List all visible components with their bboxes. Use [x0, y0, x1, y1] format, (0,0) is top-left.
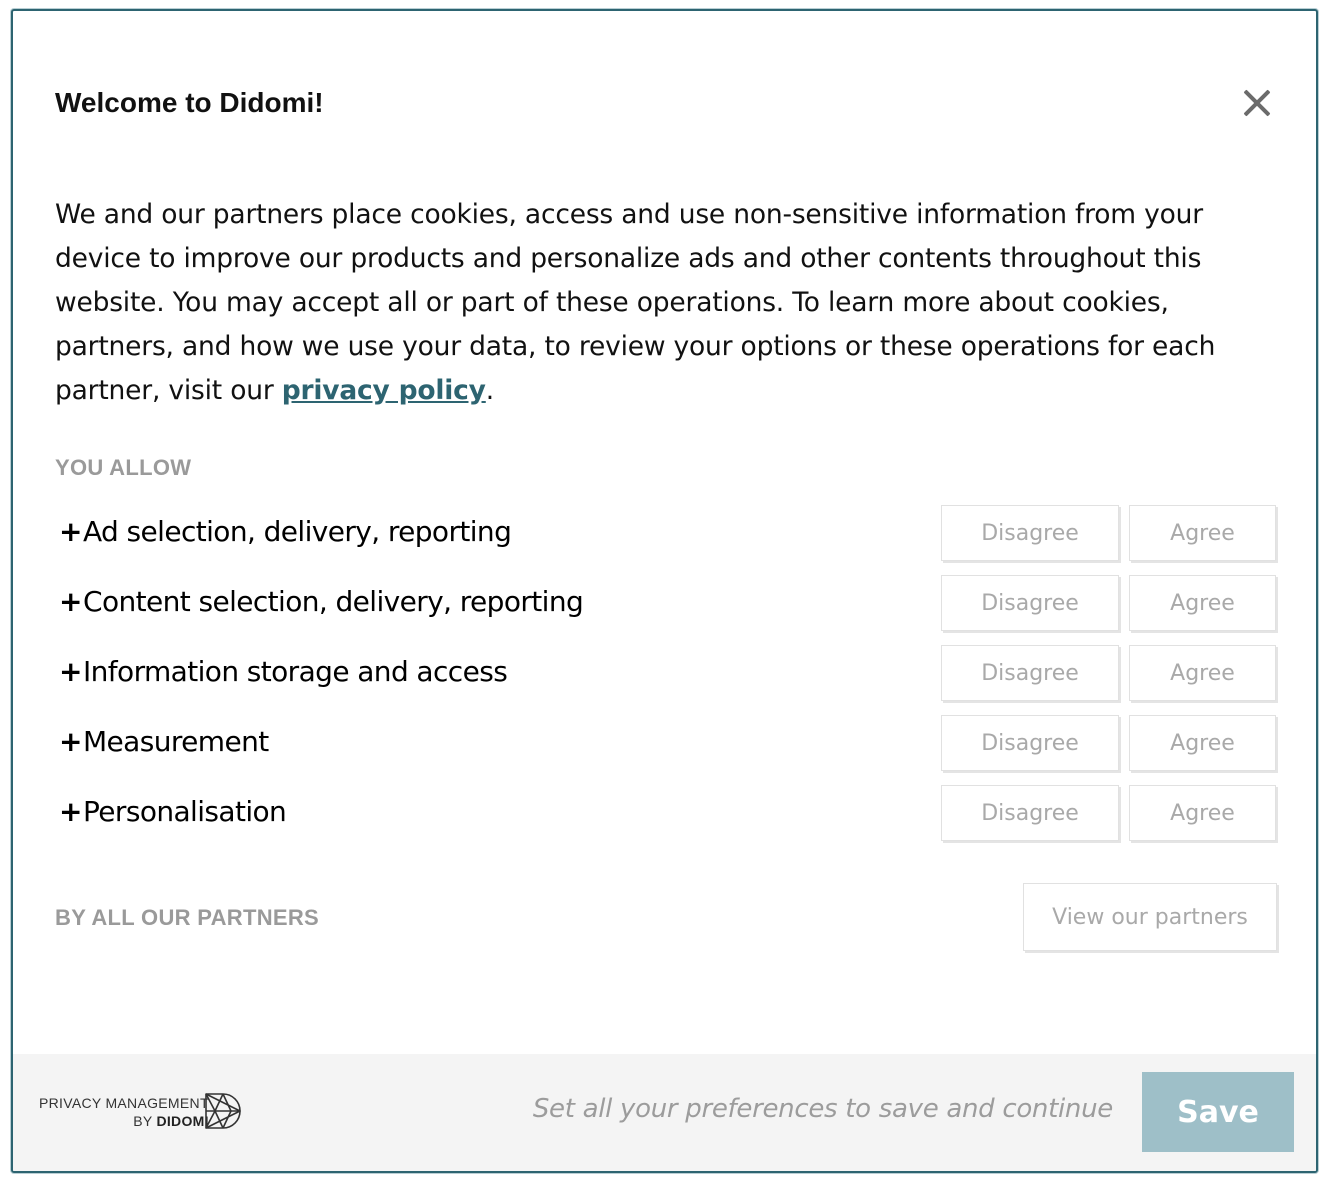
- purpose-label: Information storage and access: [83, 655, 508, 688]
- dialog-title: Welcome to Didomi!: [55, 87, 324, 118]
- privacy-policy-link[interactable]: privacy policy: [282, 375, 486, 406]
- agree-button[interactable]: Agree: [1129, 575, 1276, 631]
- view-partners-button[interactable]: View our partners: [1023, 883, 1277, 951]
- purpose-row-information-storage: +Information storage and access Disagree…: [55, 645, 1280, 715]
- purpose-row-ad-selection: +Ad selection, delivery, reporting Disag…: [55, 505, 1280, 575]
- expand-icon: +: [59, 515, 82, 548]
- you-allow-label: YOU ALLOW: [55, 455, 192, 480]
- purpose-label: Personalisation: [83, 795, 287, 828]
- purpose-toggle[interactable]: +Ad selection, delivery, reporting: [59, 515, 512, 548]
- partners-label: BY ALL OUR PARTNERS: [55, 905, 320, 930]
- expand-icon: +: [59, 655, 82, 688]
- expand-icon: +: [59, 585, 82, 618]
- agree-button[interactable]: Agree: [1129, 785, 1276, 841]
- purpose-list: +Ad selection, delivery, reporting Disag…: [55, 505, 1280, 855]
- close-icon[interactable]: [1239, 85, 1275, 121]
- consent-dialog: Welcome to Didomi! We and our partners p…: [11, 9, 1318, 1173]
- disagree-button[interactable]: Disagree: [941, 575, 1119, 631]
- save-hint-text: Set all your preferences to save and con…: [532, 1094, 1113, 1124]
- brand-by: BY: [133, 1113, 157, 1129]
- intro-text: We and our partners place cookies, acces…: [55, 193, 1245, 413]
- save-button[interactable]: Save: [1142, 1072, 1294, 1152]
- purpose-label: Measurement: [83, 725, 269, 758]
- agree-button[interactable]: Agree: [1129, 505, 1276, 561]
- expand-icon: +: [59, 795, 82, 828]
- disagree-button[interactable]: Disagree: [941, 715, 1119, 771]
- brand-line-1: PRIVACY MANAGEMENT: [39, 1095, 209, 1111]
- purpose-toggle[interactable]: +Measurement: [59, 725, 269, 758]
- brand-line-2: BY DIDOMI: [39, 1112, 209, 1130]
- agree-button[interactable]: Agree: [1129, 645, 1276, 701]
- intro-body: We and our partners place cookies, acces…: [55, 199, 1216, 406]
- brand-name: DIDOMI: [156, 1113, 209, 1129]
- intro-end: .: [485, 375, 494, 406]
- agree-button[interactable]: Agree: [1129, 715, 1276, 771]
- brand-text: PRIVACY MANAGEMENT BY DIDOMI: [39, 1094, 209, 1130]
- purpose-label: Content selection, delivery, reporting: [83, 585, 584, 618]
- disagree-button[interactable]: Disagree: [941, 505, 1119, 561]
- purpose-row-personalisation: +Personalisation Disagree Agree: [55, 785, 1280, 855]
- purpose-toggle[interactable]: +Information storage and access: [59, 655, 508, 688]
- purpose-row-content-selection: +Content selection, delivery, reporting …: [55, 575, 1280, 645]
- didomi-logo-icon: [205, 1093, 241, 1129]
- disagree-button[interactable]: Disagree: [941, 785, 1119, 841]
- purpose-row-measurement: +Measurement Disagree Agree: [55, 715, 1280, 785]
- dialog-footer: PRIVACY MANAGEMENT BY DIDOMI Set all you…: [13, 1054, 1316, 1171]
- purpose-toggle[interactable]: +Personalisation: [59, 795, 287, 828]
- disagree-button[interactable]: Disagree: [941, 645, 1119, 701]
- purpose-toggle[interactable]: +Content selection, delivery, reporting: [59, 585, 584, 618]
- purpose-label: Ad selection, delivery, reporting: [83, 515, 512, 548]
- expand-icon: +: [59, 725, 82, 758]
